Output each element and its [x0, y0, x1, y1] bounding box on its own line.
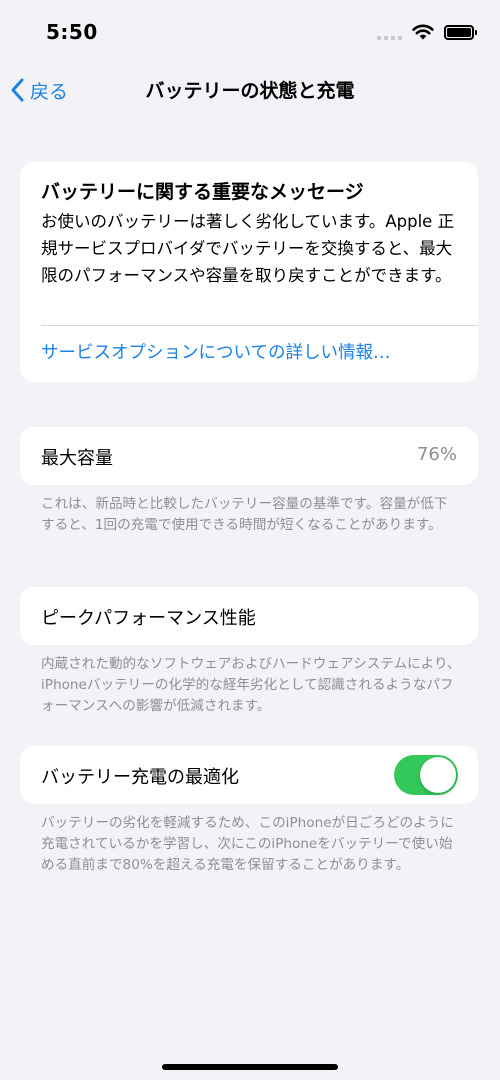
service-options-link[interactable]: サービスオプションについての詳しい情報…	[41, 339, 390, 364]
wifi-icon	[412, 24, 434, 40]
home-indicator	[162, 1064, 338, 1070]
optimized-charging-toggle[interactable]	[394, 755, 458, 795]
peak-performance-label: ピークパフォーマンス性能	[41, 608, 256, 629]
navigation-bar: 戻る バッテリーの状態と充電	[0, 64, 500, 116]
peak-performance-footer: 内蔵された動的なソフトウェアおよびハードウェアシステムにより、iPhoneバッテ…	[41, 656, 461, 714]
optimized-charging-label: バッテリー充電の最適化	[41, 767, 239, 788]
cellular-signal-icon	[377, 24, 402, 40]
max-capacity-footer: これは、新品時と比較したバッテリー容量の基準です。容量が低下すると、1回の充電で…	[41, 496, 448, 533]
max-capacity-value: 76%	[416, 444, 457, 465]
optimized-charging-footer: バッテリーの劣化を軽減するため、このiPhoneが日ごろどのように充電されている…	[41, 815, 454, 873]
optimized-charging-row: バッテリー充電の最適化	[20, 746, 478, 804]
message-title: バッテリーに関する重要なメッセージ	[41, 181, 364, 203]
message-body: お使いのバッテリーは著しく劣化しています。Apple 正規サービスプロバイダでバ…	[41, 212, 455, 285]
status-time: 5:50	[46, 20, 98, 44]
battery-message-card: バッテリーに関する重要なメッセージ お使いのバッテリーは著しく劣化しています。A…	[20, 162, 478, 382]
peak-performance-row[interactable]: ピークパフォーマンス性能	[20, 587, 478, 645]
toggle-knob	[420, 757, 456, 793]
max-capacity-label: 最大容量	[41, 448, 113, 469]
divider	[41, 325, 478, 326]
status-icons	[377, 22, 477, 42]
battery-icon	[444, 24, 477, 40]
max-capacity-row: 最大容量 76%	[20, 427, 478, 485]
status-bar: 5:50	[0, 0, 500, 64]
page-title: バッテリーの状態と充電	[145, 80, 355, 102]
